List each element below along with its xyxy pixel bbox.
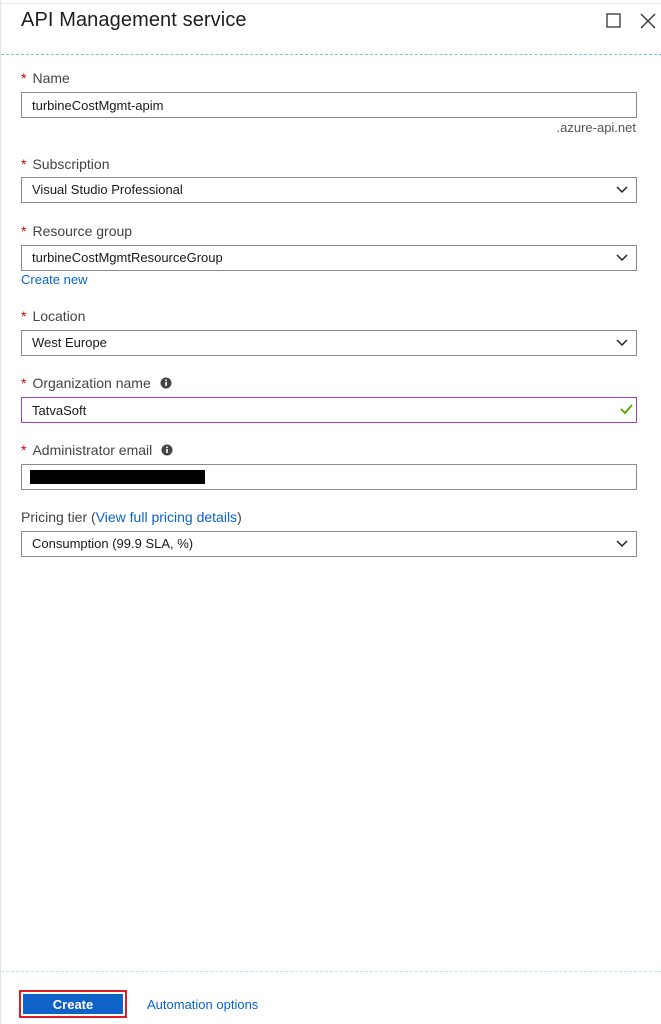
info-icon[interactable] [160, 377, 172, 389]
close-x-icon [640, 13, 656, 29]
required-marker: * [21, 70, 27, 86]
subscription-label-text: Subscription [32, 156, 110, 172]
automation-options-link[interactable]: Automation options [147, 997, 258, 1012]
checkmark-valid-icon [620, 404, 633, 415]
create-new-link[interactable]: Create new [21, 272, 87, 287]
close-button[interactable] [637, 10, 659, 32]
pricing-tier-label-suffix: ) [237, 509, 242, 525]
location-label-text: Location [32, 308, 86, 324]
page-title: API Management service [21, 9, 247, 31]
name-label: * Name [21, 70, 70, 86]
pricing-tier-value: Consumption (99.9 SLA, %) [32, 536, 194, 551]
chevron-down-icon [616, 186, 628, 194]
chevron-down-icon [616, 254, 628, 262]
resource-group-dropdown[interactable]: turbineCostMgmtResourceGroup [21, 245, 637, 271]
maximize-button[interactable] [603, 10, 625, 32]
pricing-tier-dropdown[interactable]: Consumption (99.9 SLA, %) [21, 531, 637, 557]
footer-divider [1, 971, 661, 972]
pricing-tier-label-prefix: Pricing tier ( [21, 509, 96, 525]
view-pricing-details-link[interactable]: View full pricing details [96, 509, 237, 525]
required-marker: * [21, 308, 27, 324]
api-management-blade: API Management service * Name .azure-api.… [0, 0, 661, 1024]
pricing-tier-label: Pricing tier (View full pricing details) [21, 509, 242, 525]
domain-suffix: .azure-api.net [556, 120, 637, 135]
administrator-email-label: * Administrator email [21, 442, 173, 458]
name-input[interactable] [21, 92, 637, 118]
location-value: West Europe [32, 335, 107, 350]
chevron-down-icon [616, 540, 628, 548]
organization-name-label: * Organization name [21, 375, 172, 391]
subscription-label: * Subscription [21, 156, 110, 172]
square-maximize-icon [606, 13, 621, 28]
resource-group-value: turbineCostMgmtResourceGroup [32, 250, 223, 265]
organization-name-label-text: Organization name [32, 375, 151, 391]
header-divider [1, 54, 661, 55]
organization-name-input[interactable] [21, 397, 637, 423]
chevron-down-icon [616, 339, 628, 347]
location-dropdown[interactable]: West Europe [21, 330, 637, 356]
resource-group-label: * Resource group [21, 223, 132, 239]
subscription-value: Visual Studio Professional [32, 182, 183, 197]
info-icon[interactable] [161, 444, 173, 456]
administrator-email-label-text: Administrator email [32, 442, 153, 458]
top-rule [1, 3, 661, 4]
create-button[interactable]: Create [19, 990, 127, 1018]
redacted-email-block [30, 470, 205, 484]
required-marker: * [21, 156, 27, 172]
location-label: * Location [21, 308, 85, 324]
required-marker: * [21, 223, 27, 239]
subscription-dropdown[interactable]: Visual Studio Professional [21, 177, 637, 203]
required-marker: * [21, 442, 27, 458]
resource-group-label-text: Resource group [32, 223, 133, 239]
name-label-text: Name [32, 70, 70, 86]
required-marker: * [21, 375, 27, 391]
